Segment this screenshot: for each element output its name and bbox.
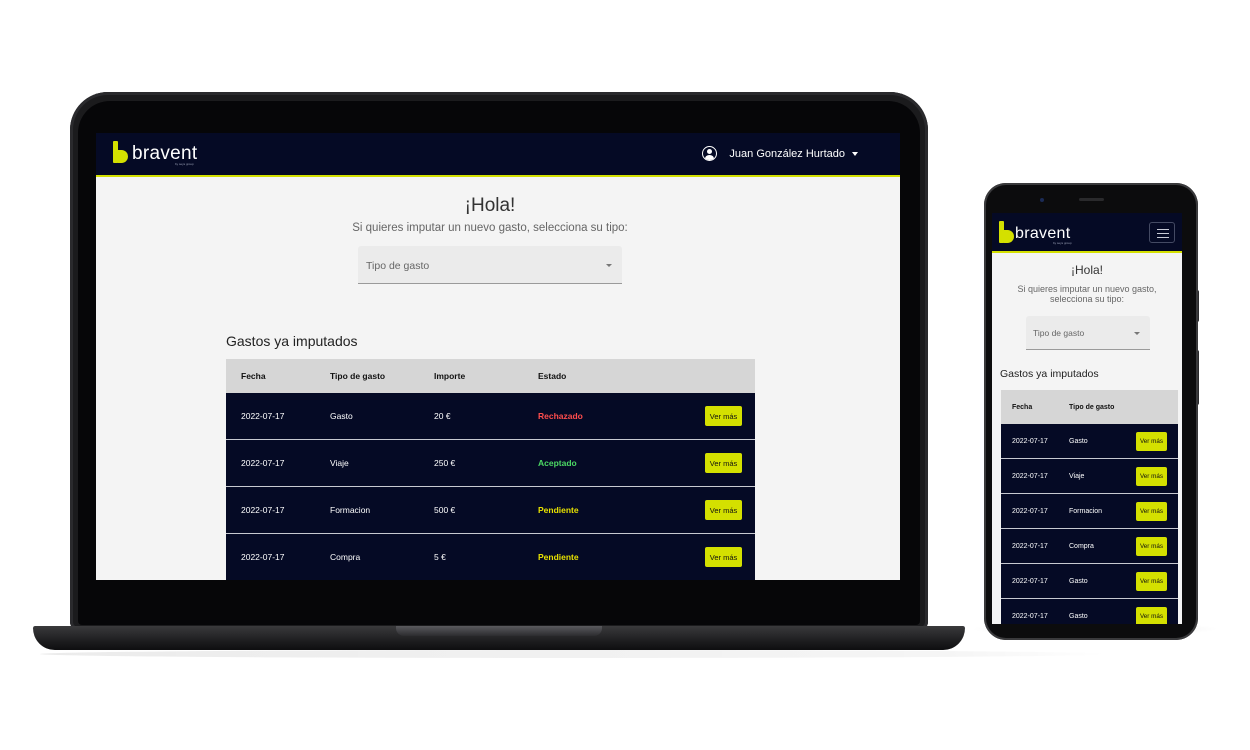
ver-mas-button[interactable]: Ver más	[1136, 536, 1167, 556]
mobile-table-row: 2022-07-17 Gasto Ver más	[1001, 599, 1178, 624]
mobile-header-tipo: Tipo de gasto	[1069, 403, 1115, 411]
cell-importe: 5 €	[434, 552, 446, 562]
cell-fecha: 2022-07-17	[1012, 472, 1048, 480]
expense-type-select[interactable]: Tipo de gasto	[358, 246, 622, 284]
cell-tipo: Gasto	[330, 411, 353, 421]
mobile-greeting-subtitle: Si quieres imputar un nuevo gasto, selec…	[1017, 284, 1157, 304]
mobile-greeting-title: ¡Hola!	[1070, 263, 1103, 277]
dropdown-arrow-icon	[606, 264, 612, 267]
mobile-expense-type-placeholder: Tipo de gasto	[1033, 328, 1085, 338]
cell-fecha: 2022-07-17	[1012, 437, 1048, 445]
mobile-header-fecha: Fecha	[1012, 403, 1033, 411]
brand-name: bravent	[132, 143, 198, 164]
user-avatar-icon	[702, 146, 718, 161]
mobile-section-title: Gastos ya imputados	[1000, 368, 1099, 380]
ver-mas-button[interactable]: Ver más	[1136, 501, 1167, 521]
cell-tipo: Compra	[1069, 542, 1094, 550]
cell-importe: 250 €	[434, 458, 456, 468]
mobile-navbar: bravent by seys group	[992, 213, 1182, 253]
cell-tipo: Gasto	[1069, 437, 1088, 445]
phone-speaker	[1079, 198, 1104, 201]
ver-mas-button[interactable]: Ver más	[705, 500, 742, 520]
cell-estado status-badge: Pendiente	[538, 505, 579, 515]
cell-estado status-badge: Rechazado	[538, 411, 583, 421]
laptop-shadow	[40, 650, 1110, 658]
cell-tipo: Gasto	[1069, 577, 1088, 585]
mobile-table-body: 2022-07-17 Gasto Ver más 2022-07-17 Viaje Ver…	[1001, 424, 1178, 624]
mobile-brand-tagline: by seys group	[1053, 241, 1072, 245]
brand-logo[interactable]: bravent	[113, 141, 197, 163]
table-row: 2022-07-17 Viaje 250 € Aceptado Ver más	[226, 440, 755, 487]
laptop-screen: bravent by seys group Juan González Hurt…	[96, 133, 900, 580]
cell-estado status-badge: Pendiente	[538, 552, 579, 562]
chevron-down-icon	[852, 151, 858, 156]
mobile-table-row: 2022-07-17 Compra Ver más	[1001, 529, 1178, 564]
header-importe: Importe	[434, 371, 466, 381]
cell-fecha: 2022-07-17	[241, 505, 285, 515]
table-body: 2022-07-17 Gasto 20 € Rechazado Ver más 2022-…	[226, 393, 755, 580]
cell-fecha: 2022-07-17	[241, 552, 285, 562]
cell-tipo: Compra	[330, 552, 361, 562]
laptop-hinge-notch	[396, 626, 602, 636]
dropdown-arrow-icon	[1134, 332, 1140, 335]
phone-camera	[1040, 198, 1044, 202]
table-header: Fecha Tipo de gasto Importe Estado	[226, 359, 755, 393]
ver-mas-button[interactable]: Ver más	[705, 547, 742, 567]
mobile-brand-logo[interactable]: bravent	[999, 221, 1070, 243]
brand-logo-icon	[113, 141, 128, 163]
section-title: Gastos ya imputados	[226, 333, 358, 349]
mobile-table-row: 2022-07-17 Formacion Ver más	[1001, 494, 1178, 529]
user-name: Juan González Hurtado	[729, 147, 845, 160]
table-row: 2022-07-17 Formacion 500 € Pendiente Ver más	[226, 487, 755, 534]
header-estado: Estado	[538, 371, 567, 381]
phone-screen: bravent by seys group ¡Hola! Si quieres …	[992, 213, 1182, 624]
cell-importe: 500 €	[434, 505, 456, 515]
expenses-table: Fecha Tipo de gasto Importe Estado 2022-…	[226, 359, 755, 580]
table-row: 2022-07-17 Gasto 20 € Rechazado Ver más	[226, 393, 755, 440]
header-fecha: Fecha	[241, 371, 266, 381]
cell-fecha: 2022-07-17	[1012, 542, 1048, 550]
mobile-table-header: Fecha Tipo de gasto	[1001, 390, 1178, 424]
mobile-expense-type-select[interactable]: Tipo de gasto	[1026, 316, 1150, 350]
user-menu[interactable]: Juan González Hurtado	[702, 146, 858, 161]
ver-mas-button[interactable]: Ver más	[1136, 571, 1167, 591]
brand-tagline: by seys group	[175, 162, 194, 166]
cell-tipo: Gasto	[1069, 612, 1088, 620]
table-row: 2022-07-17 Compra 5 € Pendiente Ver más	[226, 534, 755, 580]
cell-fecha: 2022-07-17	[1012, 507, 1048, 515]
mobile-table-row: 2022-07-17 Gasto Ver más	[1001, 564, 1178, 599]
greeting-title: ¡Hola!	[464, 195, 516, 216]
mobile-table-row: 2022-07-17 Gasto Ver más	[1001, 424, 1178, 459]
cell-importe: 20 €	[434, 411, 451, 421]
navbar: bravent by seys group Juan González Hurt…	[96, 133, 900, 177]
cell-fecha: 2022-07-17	[241, 458, 285, 468]
cell-fecha: 2022-07-17	[1012, 577, 1048, 585]
hamburger-menu-button[interactable]	[1149, 222, 1175, 243]
ver-mas-button[interactable]: Ver más	[705, 453, 742, 473]
header-tipo: Tipo de gasto	[330, 371, 386, 381]
greeting-subtitle: Si quieres imputar un nuevo gasto, selec…	[352, 222, 628, 234]
ver-mas-button[interactable]: Ver más	[1136, 431, 1167, 451]
device-mockup-stage: bravent by seys group Juan González Hurt…	[0, 0, 1250, 750]
cell-fecha: 2022-07-17	[1012, 612, 1048, 620]
mobile-expenses-table: Fecha Tipo de gasto 2022-07-17 Gasto Ver m…	[1001, 390, 1178, 624]
cell-tipo: Viaje	[1069, 472, 1085, 480]
brand-logo-icon	[999, 221, 1014, 243]
cell-tipo: Viaje	[330, 458, 349, 468]
cell-tipo: Formacion	[330, 505, 371, 515]
ver-mas-button[interactable]: Ver más	[705, 406, 742, 426]
ver-mas-button[interactable]: Ver más	[1136, 606, 1167, 624]
ver-mas-button[interactable]: Ver más	[1136, 466, 1167, 486]
cell-estado status-badge: Aceptado	[538, 458, 577, 468]
expense-type-placeholder: Tipo de gasto	[366, 260, 430, 272]
cell-fecha: 2022-07-17	[241, 411, 285, 421]
mobile-table-row: 2022-07-17 Viaje Ver más	[1001, 459, 1178, 494]
cell-tipo: Formacion	[1069, 507, 1103, 515]
